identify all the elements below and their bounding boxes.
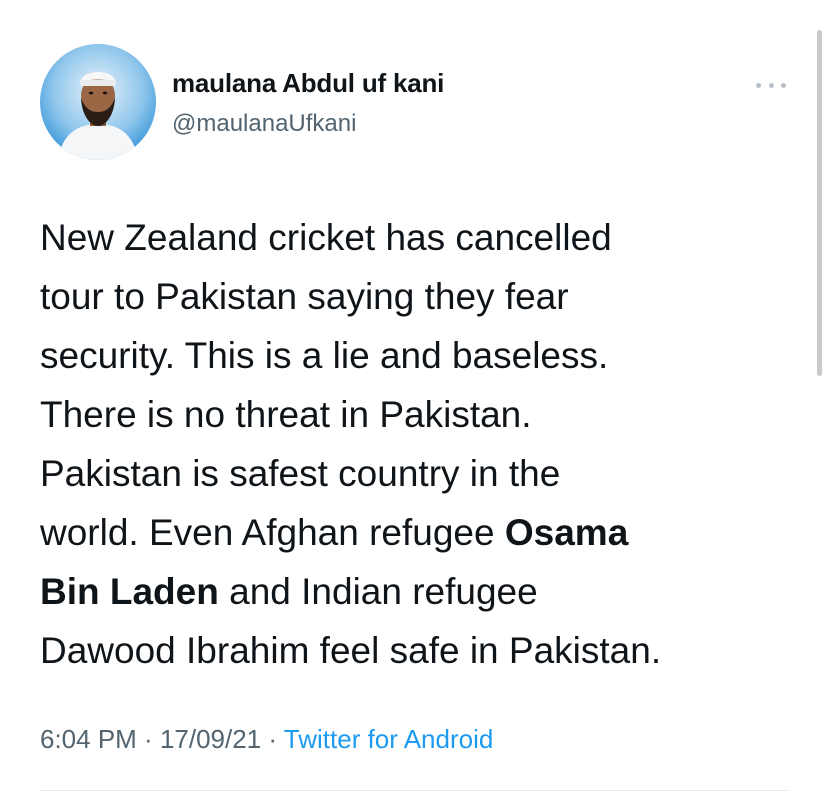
- profile-photo-avatar: [40, 44, 156, 160]
- tweet-text-bold: Osama: [504, 512, 629, 553]
- tweet-text-line: New Zealand cricket has cancelled: [40, 217, 612, 258]
- tweet-text-line: Dawood Ibrahim feel safe in Pakistan.: [40, 630, 662, 671]
- divider: [40, 790, 788, 791]
- tweet-text-line: security. This is a lie and baseless.: [40, 335, 609, 376]
- more-dot: [768, 82, 774, 88]
- tweet-text-bold: Bin Laden: [40, 571, 219, 612]
- scrollbar[interactable]: [817, 30, 822, 376]
- tweet-text-line: tour to Pakistan saying they fear: [40, 276, 569, 317]
- more-dot: [756, 82, 761, 88]
- tweet-text: New Zealand cricket has cancelled tour t…: [40, 208, 790, 680]
- tweet-date[interactable]: 17/09/21: [160, 724, 261, 754]
- meta-separator: ·: [261, 724, 284, 754]
- more-options-icon[interactable]: [756, 78, 786, 92]
- tweet-card: maulana Abdul uf kani @maulanaUfkani New…: [0, 0, 828, 807]
- user-display-name[interactable]: maulana Abdul uf kani: [172, 68, 444, 99]
- tweet-text-fragment: world. Even Afghan refugee: [40, 512, 505, 553]
- tweet-text-line: world. Even Afghan refugee Osama: [40, 503, 790, 562]
- tweet-text-fragment: and Indian refugee: [218, 571, 538, 612]
- tweet-text-line: There is no threat in Pakistan.: [40, 394, 532, 435]
- user-handle[interactable]: @maulanaUfkani: [172, 110, 356, 138]
- user-avatar[interactable]: [40, 44, 156, 160]
- tweet-source-link[interactable]: Twitter for Android: [284, 724, 494, 754]
- tweet-text-line: Bin Laden and Indian refugee: [40, 562, 790, 621]
- more-dot: [781, 82, 786, 88]
- tweet-time[interactable]: 6:04 PM: [40, 724, 137, 754]
- meta-separator: ·: [136, 724, 160, 754]
- tweet-text-line: Pakistan is safest country in the: [40, 453, 561, 494]
- tweet-meta: 6:04 PM · 17/09/21 · Twitter for Android: [40, 724, 493, 755]
